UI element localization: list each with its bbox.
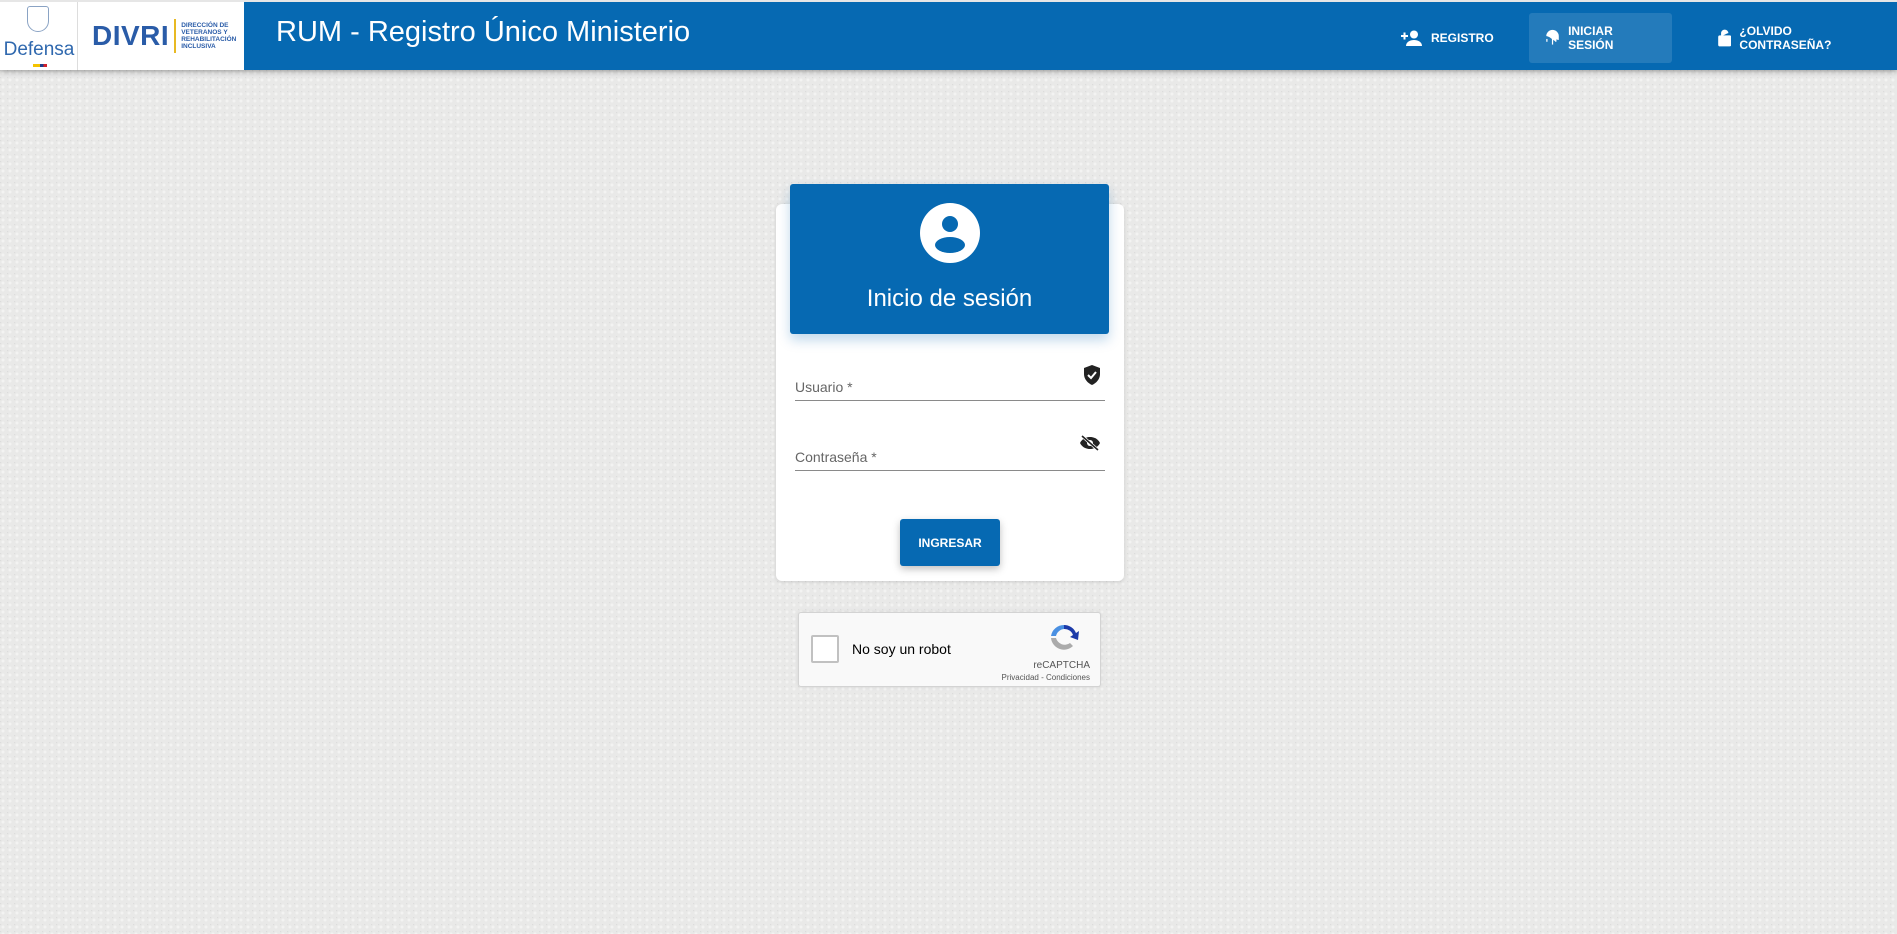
password-field[interactable]: Contraseña *	[795, 431, 1105, 471]
nav-iniciar-sesion[interactable]: INICIAR SESIÓN	[1529, 13, 1672, 63]
account-circle-icon	[919, 203, 980, 263]
nav-registro[interactable]: REGISTRO	[1385, 13, 1510, 63]
nav-olvido-label: ¿OLVIDO CONTRASEÑA?	[1739, 24, 1832, 52]
divri-subtitle: DIRECCIÓN DE VETERANOS Y REHABILITACIÓN …	[181, 22, 237, 50]
recaptcha-brand: reCAPTCHA	[1033, 660, 1090, 671]
lock-open-icon	[1718, 29, 1732, 47]
divri-logo: DIVRI	[92, 20, 170, 51]
flag-stripe	[33, 64, 47, 67]
defensa-logo: Defensa	[0, 2, 78, 70]
top-bar: Defensa DIVRI DIRECCIÓN DE VETERANOS Y R…	[0, 0, 1897, 70]
login-card-header: Inicio de sesión	[790, 184, 1109, 334]
defensa-text: Defensa	[3, 39, 75, 60]
coat-of-arms-icon	[27, 6, 49, 32]
password-label: Contraseña *	[795, 449, 877, 465]
recaptcha-branding: reCAPTCHA Privacidad - Condiciones	[1000, 623, 1090, 682]
login-title: Inicio de sesión	[866, 285, 1033, 312]
nav-olvido-contrasena[interactable]: ¿OLVIDO CONTRASEÑA?	[1702, 13, 1897, 63]
logo: Defensa DIVRI DIRECCIÓN DE VETERANOS Y R…	[0, 2, 244, 70]
nav-iniciar-sesion-label: INICIAR SESIÓN	[1568, 24, 1614, 52]
username-label: Usuario *	[795, 379, 853, 395]
verified-shield-icon	[1084, 365, 1100, 385]
nav-registro-label: REGISTRO	[1431, 31, 1494, 45]
visibility-off-icon[interactable]	[1079, 435, 1101, 451]
recaptcha-widget: No soy un robot reCAPTCHA Privacidad - C…	[798, 612, 1101, 687]
captcha-checkbox[interactable]	[811, 635, 839, 663]
captcha-label: No soy un robot	[852, 641, 951, 657]
ingresar-button[interactable]: INGRESAR	[900, 519, 1000, 566]
divider	[174, 19, 177, 53]
recaptcha-logo-icon	[1051, 624, 1079, 650]
person-add-icon	[1401, 30, 1422, 46]
username-field[interactable]: Usuario *	[795, 361, 1105, 401]
fingerprint-icon	[1546, 29, 1559, 45]
recaptcha-links[interactable]: Privacidad - Condiciones	[1000, 673, 1091, 682]
app-title: RUM - Registro Único Ministerio	[276, 16, 691, 48]
